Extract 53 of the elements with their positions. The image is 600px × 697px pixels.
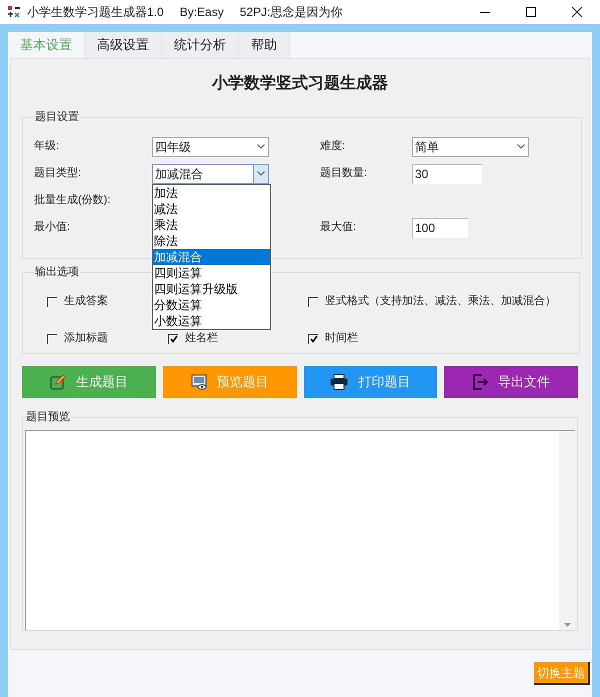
field-label: 题目数量:: [320, 166, 368, 182]
checkbox[interactable]: [47, 334, 57, 344]
action-button[interactable]: 导出文件: [444, 366, 578, 398]
app-icon: [7, 5, 21, 19]
dropdown-option[interactable]: 加法: [153, 184, 270, 200]
checkbox[interactable]: [47, 296, 57, 306]
checkbox-label: 生成答案: [64, 294, 108, 310]
checkbox-label: 时间栏: [325, 331, 358, 346]
field-label: 最小值:: [34, 220, 72, 236]
checkbox-label: 添加标题: [64, 331, 108, 346]
pencil-icon: [50, 374, 66, 390]
credit-label: 52PJ:思念是因为你: [240, 4, 342, 21]
dropdown-option[interactable]: 四则运算: [153, 264, 270, 280]
field-label: 最大值:: [320, 220, 358, 236]
chevron-down-icon: [256, 144, 264, 149]
field-label: 题目类型:: [34, 166, 82, 182]
checkbox[interactable]: [308, 296, 318, 306]
checkbox[interactable]: [308, 334, 318, 344]
dropdown[interactable]: 简单: [412, 136, 529, 156]
close-icon[interactable]: [572, 7, 582, 17]
dropdown-option[interactable]: 除法: [153, 232, 270, 248]
tab[interactable]: 统计分析: [162, 32, 239, 58]
group-title: 题目预览: [25, 410, 71, 425]
maximize-icon[interactable]: [526, 7, 536, 17]
checkbox[interactable]: [168, 334, 178, 344]
tab[interactable]: 高级设置: [85, 32, 162, 58]
dropdown-option[interactable]: 小数运算: [153, 312, 270, 328]
field-label: 年级:: [34, 139, 60, 154]
page-heading: 小学数学竖式习题生成器: [212, 74, 388, 94]
dropdown-option[interactable]: 乘法: [153, 216, 270, 232]
group-title: 题目设置: [34, 110, 80, 125]
author-label: By:Easy: [180, 4, 224, 21]
dropdown-option[interactable]: 加减混合: [153, 248, 270, 264]
field-label: 难度:: [320, 138, 346, 154]
printer-icon: [330, 374, 348, 390]
checkbox-label: 竖式格式（支持加法、减法、乘法、加减混合）: [325, 294, 556, 310]
text-field[interactable]: 30: [412, 164, 482, 184]
export-file-icon: [472, 374, 488, 390]
dropdown-option[interactable]: 四则运算升级版: [153, 280, 270, 296]
group-title: 输出选项: [34, 265, 80, 280]
preview-icon: [190, 374, 207, 390]
dropdown[interactable]: 四年级: [152, 136, 269, 156]
scrollbar[interactable]: [559, 430, 575, 630]
dropdown-option[interactable]: 减法: [153, 200, 270, 216]
tab[interactable]: 帮助: [239, 32, 290, 58]
text-field[interactable]: 100: [412, 218, 468, 238]
dropdown-option[interactable]: 分数运算: [153, 296, 270, 312]
chevron-down-icon: [516, 144, 524, 149]
checkbox-label: 姓名栏: [185, 331, 218, 346]
field-label: 批量生成(份数):: [34, 193, 112, 208]
chevron-down-icon: [257, 171, 265, 176]
scroll-down-icon[interactable]: [564, 622, 570, 626]
window-title: 小学生数学习题生成器1.0: [27, 4, 164, 21]
